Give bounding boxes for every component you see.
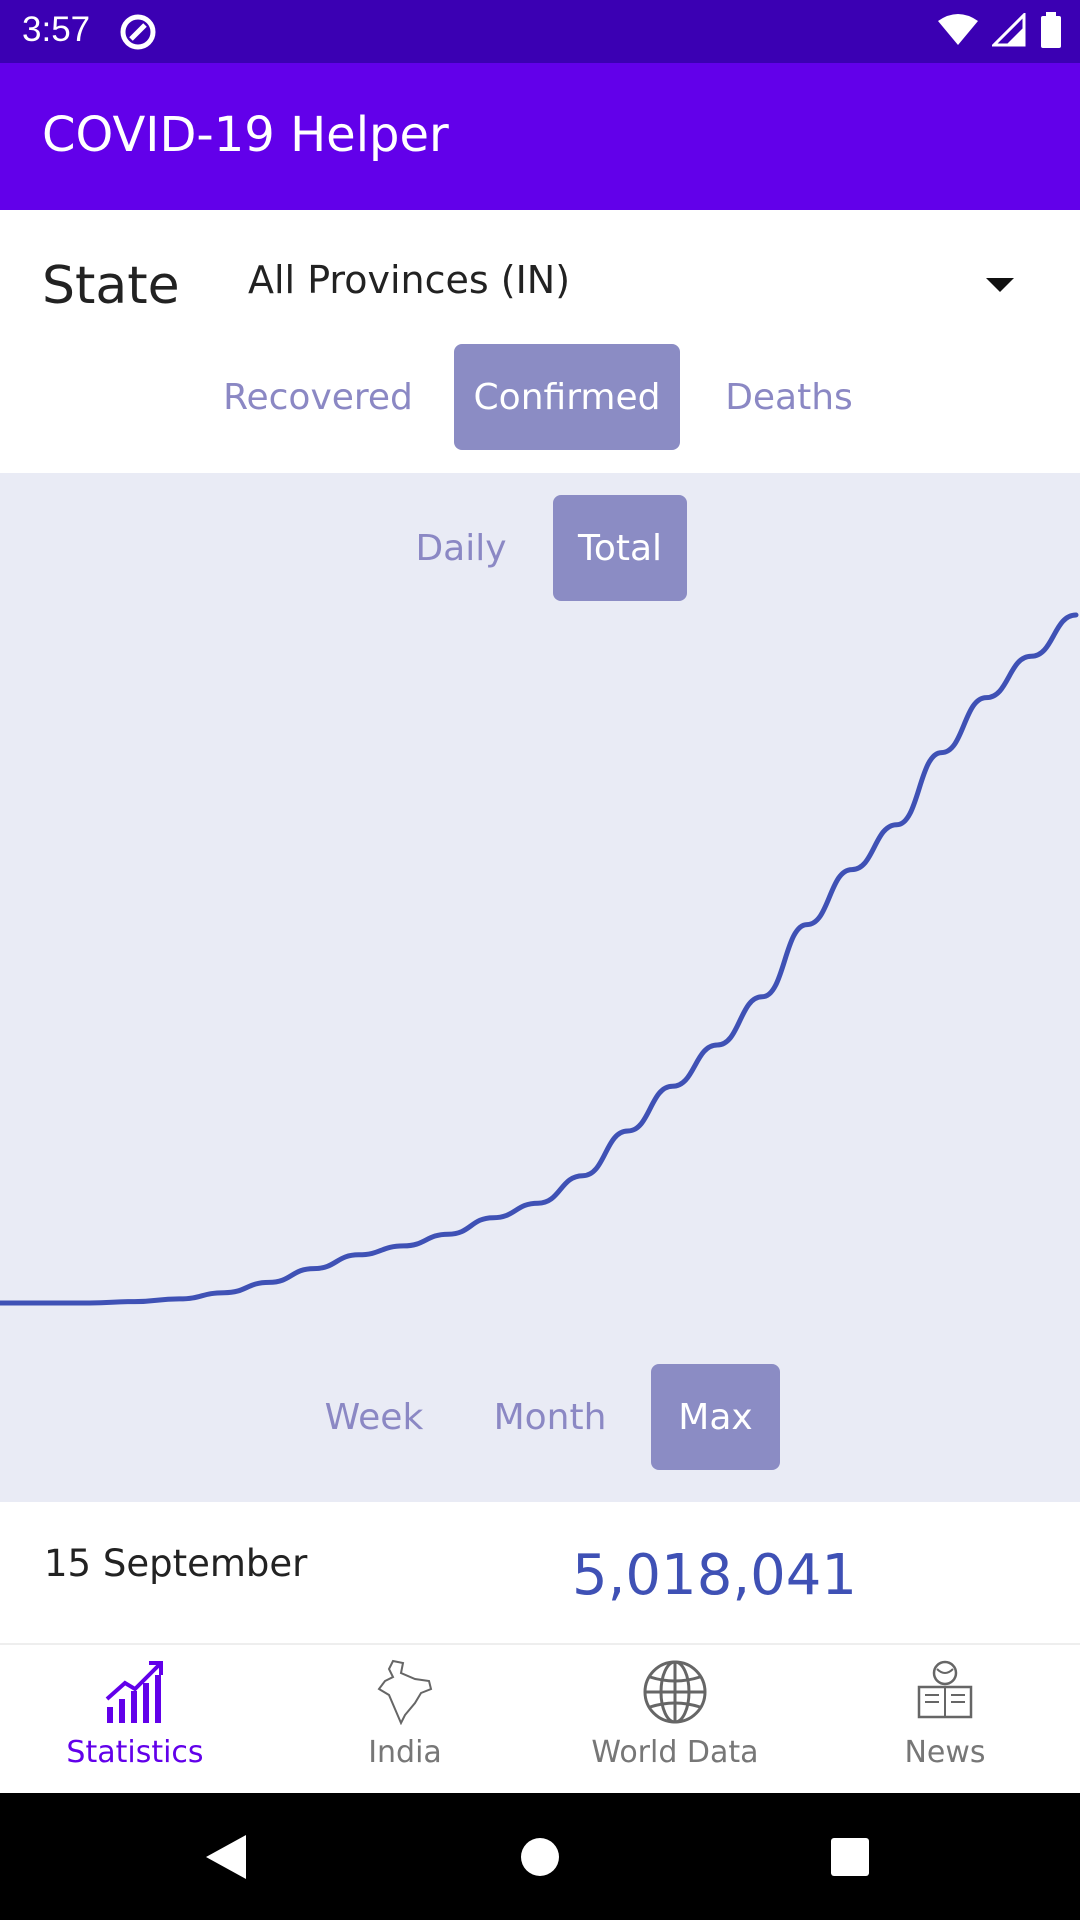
confirmed-total-chart [0, 612, 1079, 1306]
tab-recovered[interactable]: Recovered [212, 344, 424, 450]
state-dropdown[interactable]: All Provinces (IN) [222, 252, 1032, 318]
sync-icon [118, 12, 158, 56]
tab-week[interactable]: Week [310, 1364, 438, 1470]
tab-confirmed[interactable]: Confirmed [454, 344, 680, 450]
nav-label-statistics: Statistics [66, 1735, 204, 1770]
battery-icon [1041, 12, 1061, 48]
series-line [0, 612, 1079, 1306]
bottom-nav: Statistics India World Data News [0, 1645, 1080, 1793]
info-value: 5,018,041 [572, 1543, 858, 1608]
chart-area: Daily Total Week Month Max [0, 473, 1080, 1502]
recents-icon[interactable] [830, 1837, 870, 1877]
signal-icon [992, 13, 1026, 47]
news-reader-icon [917, 1660, 973, 1719]
wifi-icon [938, 14, 978, 45]
tab-month[interactable]: Month [480, 1364, 620, 1470]
tab-deaths[interactable]: Deaths [700, 344, 878, 450]
nav-label-world-data: World Data [591, 1735, 759, 1770]
app-bar: COVID-19 Helper [0, 63, 1080, 210]
state-label: State [42, 256, 180, 316]
back-icon[interactable] [204, 1833, 248, 1881]
state-selected-value: All Provinces (IN) [248, 258, 571, 302]
info-date: 15 September [44, 1542, 308, 1585]
app-title: COVID-19 Helper [42, 107, 449, 163]
status-time: 3:57 [22, 10, 91, 49]
india-map-icon [377, 1659, 433, 1725]
tab-max[interactable]: Max [651, 1364, 780, 1470]
nav-label-news: News [904, 1735, 986, 1770]
chart-up-icon [105, 1661, 163, 1723]
tab-total[interactable]: Total [553, 495, 687, 601]
nav-label-india: India [368, 1735, 442, 1770]
status-bar: 3:57 [0, 0, 1080, 63]
nav-statistics[interactable]: Statistics [0, 1645, 270, 1793]
dropdown-arrow-icon [986, 278, 1014, 292]
status-icons [938, 12, 1062, 48]
tab-daily[interactable]: Daily [396, 495, 526, 601]
system-nav-bar [0, 1793, 1080, 1920]
nav-world-data[interactable]: World Data [540, 1645, 810, 1793]
globe-icon [643, 1660, 707, 1724]
nav-news[interactable]: News [810, 1645, 1080, 1793]
nav-india[interactable]: India [270, 1645, 540, 1793]
home-icon[interactable] [520, 1837, 560, 1877]
